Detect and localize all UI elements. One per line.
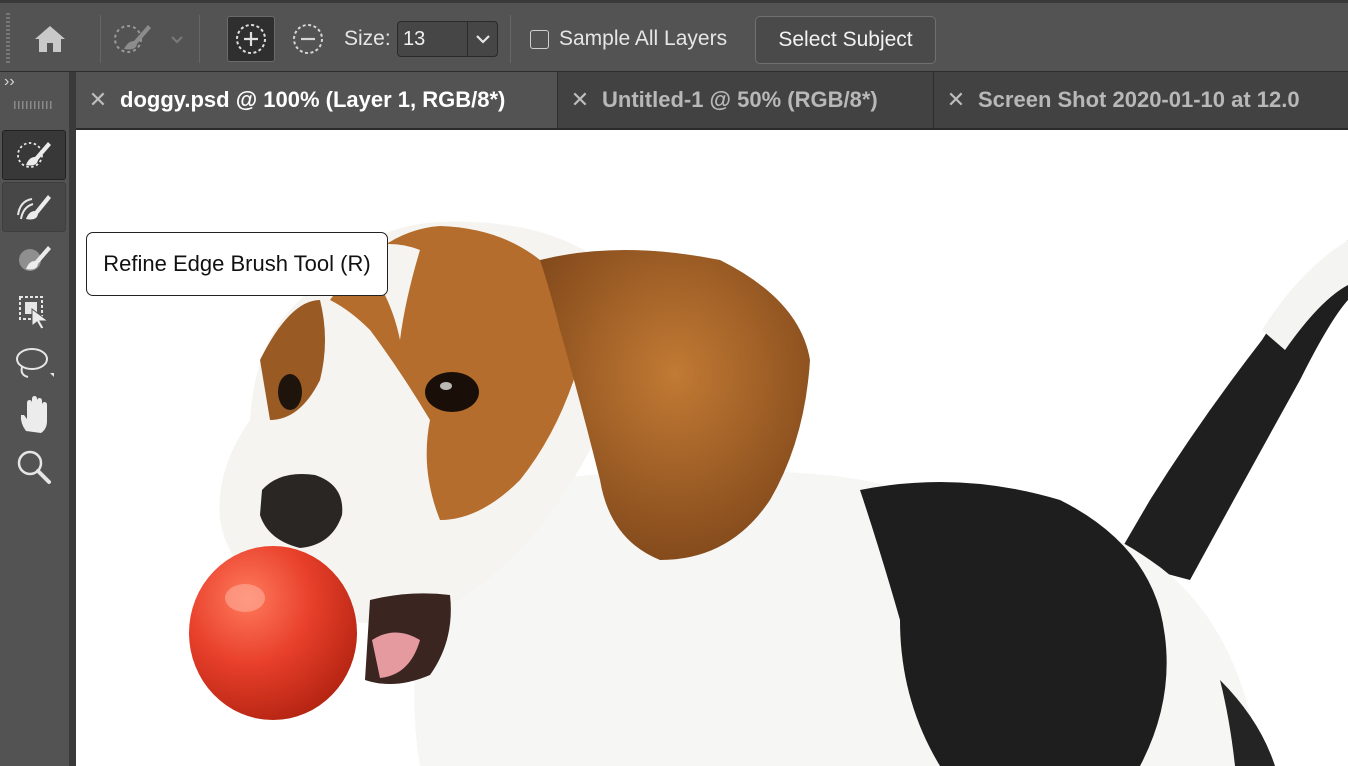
brush-size-field[interactable] (397, 21, 498, 57)
document-canvas[interactable] (76, 130, 1348, 766)
tab-screen-shot[interactable]: ✕ Screen Shot 2020-01-10 at 12.0 (934, 72, 1348, 128)
tab-doggy[interactable]: ✕ doggy.psd @ 100% (Layer 1, RGB/8*) (76, 72, 558, 128)
tool-preset-picker[interactable] (110, 19, 186, 59)
object-selection-tool[interactable] (2, 286, 66, 336)
home-button[interactable] (28, 20, 72, 58)
beagle-with-red-ball-image (189, 221, 1348, 766)
lasso-tool[interactable] (2, 338, 66, 388)
hand-tool[interactable] (2, 390, 66, 440)
sample-all-layers-checkbox[interactable] (530, 29, 549, 49)
tab-label: Untitled-1 @ 50% (RGB/8*) (602, 87, 878, 112)
zoom-tool[interactable] (2, 442, 66, 492)
brush-tool[interactable] (2, 234, 66, 284)
add-to-selection-icon (236, 24, 266, 54)
refine-edge-brush-tool[interactable] (2, 182, 66, 232)
tab-label: Screen Shot 2020-01-10 at 12.0 (978, 87, 1300, 112)
brush-size-dropdown[interactable] (468, 22, 497, 56)
chevron-down-icon (171, 36, 183, 44)
home-icon (35, 26, 65, 52)
tab-label: doggy.psd @ 100% (Layer 1, RGB/8*) (120, 87, 506, 112)
tool-tooltip: Refine Edge Brush Tool (R) (86, 232, 388, 296)
separator (199, 15, 200, 63)
brush-size-input[interactable] (398, 22, 468, 56)
collapse-panel-button[interactable]: ›› (4, 73, 15, 91)
close-tab-icon[interactable]: ✕ (76, 87, 120, 113)
quick-selection-tool[interactable] (2, 130, 66, 180)
zoom-icon (17, 450, 51, 484)
tools-panel: ›› (0, 72, 70, 766)
document-tabs: ✕ doggy.psd @ 100% (Layer 1, RGB/8*) ✕ U… (76, 72, 1348, 130)
tab-untitled-1[interactable]: ✕ Untitled-1 @ 50% (RGB/8*) (558, 72, 934, 128)
separator (100, 15, 101, 63)
add-to-selection-button[interactable] (227, 16, 275, 62)
select-subject-button[interactable]: Select Subject (755, 16, 936, 64)
options-bar: Size: Sample All Layers Select Subject (0, 0, 1348, 72)
hand-icon (20, 396, 47, 433)
size-label: Size: (344, 27, 391, 50)
tooltip-text: Refine Edge Brush Tool (R) (103, 251, 371, 276)
quick-selection-brush-icon (114, 25, 151, 53)
options-bar-grip[interactable] (6, 13, 10, 63)
object-selection-icon (19, 296, 50, 330)
refine-edge-brush-icon (17, 195, 51, 220)
close-tab-icon[interactable]: ✕ (934, 87, 978, 113)
brush-icon (19, 246, 51, 271)
separator (510, 15, 511, 63)
chevron-down-icon (475, 35, 490, 44)
close-tab-icon[interactable]: ✕ (558, 87, 602, 113)
subtract-from-selection-icon (293, 24, 323, 54)
sample-all-layers-label: Sample All Layers (559, 27, 728, 50)
lasso-icon (16, 348, 54, 378)
subtract-from-selection-button[interactable] (284, 16, 332, 62)
quick-selection-brush-icon (17, 142, 51, 168)
panel-grip[interactable] (14, 101, 54, 109)
sample-all-layers-option[interactable]: Sample All Layers (530, 27, 727, 51)
